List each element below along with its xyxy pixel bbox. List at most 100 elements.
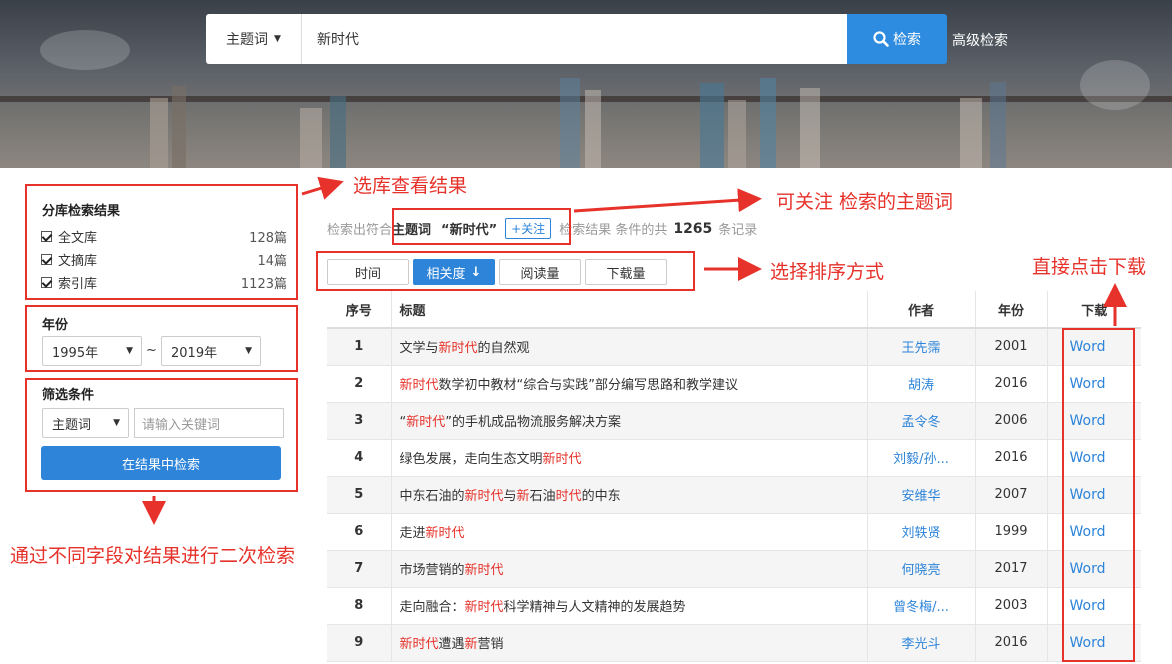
arrow-down-icon: ↓ <box>470 264 482 280</box>
checkbox[interactable] <box>41 230 52 242</box>
title-text: 数学初中教材“综合与实践”部分编写思路和教学建议 <box>438 378 738 393</box>
search-button-label: 检索 <box>893 32 921 48</box>
title-text: 的中东 <box>581 489 621 504</box>
table-row: 4 绿色发展，走向生态文明新时代 刘毅/孙... 2016 Word <box>327 439 1141 477</box>
row-title[interactable]: 新时代数学初中教材“综合与实践”部分编写思路和教学建议 <box>390 365 867 403</box>
title-highlight: 新时代 <box>399 637 439 652</box>
follow-annotation-box <box>392 208 571 245</box>
row-year: 2016 <box>974 439 1047 477</box>
annotation-sort: 选择排序方式 <box>770 261 885 283</box>
row-number: 7 <box>327 550 391 588</box>
title-highlight: 新时代 <box>464 563 504 578</box>
keyword-input[interactable]: 请输入关键词 <box>134 408 284 438</box>
col-header-author: 作者 <box>866 291 975 329</box>
table-row: 5 中东石油的新时代与新石油时代的中东 安维华 2007 Word <box>327 476 1141 514</box>
year-from-value: 1995年 <box>52 345 99 361</box>
title-highlight: 新时代 <box>438 341 478 357</box>
col-header-download: 下载 <box>1046 291 1141 329</box>
title-text: 的自然观 <box>477 341 530 357</box>
result-count: 1265 <box>673 220 713 237</box>
library-item-fulltext[interactable]: 全文库 128篇 <box>41 226 287 246</box>
library-label: 全文库 <box>58 230 98 246</box>
chevron-down-icon: ▼ <box>245 346 252 356</box>
row-title[interactable]: 文学与新时代的自然观 <box>390 328 867 366</box>
row-title[interactable]: 走向融合：新时代科学精神与人文精神的发展趋势 <box>390 587 867 625</box>
title-highlight: 新时代 <box>406 415 446 430</box>
sort-label: 时间 <box>354 266 381 282</box>
row-title[interactable]: 走进新时代 <box>390 513 867 551</box>
annotation-library: 选库查看结果 <box>353 175 468 197</box>
row-author-link[interactable]: 李光斗 <box>866 624 975 662</box>
filter-panel: 筛选条件 主题词 ▼ 请输入关键词 在结果中检索 <box>25 378 298 492</box>
row-author-link[interactable]: 何晓亮 <box>866 550 975 588</box>
row-number: 2 <box>327 365 391 403</box>
filter-field-select[interactable]: 主题词 ▼ <box>42 408 129 438</box>
row-author-link[interactable]: 曾冬梅/... <box>866 587 975 625</box>
chevron-down-icon: ▼ <box>113 418 120 428</box>
table-row: 8 走向融合：新时代科学精神与人文精神的发展趋势 曾冬梅/... 2003 Word <box>327 587 1141 625</box>
filter-field-value: 主题词 <box>52 417 92 433</box>
library-results-title: 分库检索结果 <box>42 204 121 219</box>
row-number: 8 <box>327 587 391 625</box>
library-label: 索引库 <box>58 276 98 292</box>
search-in-results-button[interactable]: 在结果中检索 <box>41 446 281 480</box>
row-title[interactable]: 绿色发展，走向生态文明新时代 <box>390 439 867 477</box>
search-icon <box>873 31 889 47</box>
col-header-year: 年份 <box>974 291 1047 329</box>
table-row: 3 “新时代”的手机成品物流服务解决方案 孟令冬 2006 Word <box>327 402 1141 440</box>
row-author-link[interactable]: 王先霈 <box>866 328 975 366</box>
row-number: 5 <box>327 476 391 514</box>
year-panel: 年份 1995年 ▼ ~ 2019年 ▼ <box>25 305 298 372</box>
row-title[interactable]: 新时代遭遇新营销 <box>390 624 867 662</box>
year-from-select[interactable]: 1995年 ▼ <box>42 336 142 366</box>
year-to-select[interactable]: 2019年 ▼ <box>161 336 261 366</box>
search-bar: 主题词 ▼ <box>206 14 847 64</box>
page: 主题词 ▼ 检索 高级检索 分库检索结果 全文库 128篇 文摘库 14篇 索引… <box>0 0 1172 664</box>
results-body: 1 文学与新时代的自然观 王先霈 2001 Word 2 新时代数学初中教材“综合与实践”部… <box>327 328 1141 662</box>
sort-relevance-button[interactable]: 相关度 ↓ <box>413 259 495 285</box>
checkbox[interactable] <box>41 253 52 265</box>
row-title[interactable]: 市场营销的新时代 <box>390 550 867 588</box>
title-highlight: 时代 <box>555 489 582 504</box>
year-separator: ~ <box>146 343 157 358</box>
search-button[interactable]: 检索 <box>847 14 947 64</box>
row-year: 1999 <box>974 513 1047 551</box>
row-number: 6 <box>327 513 391 551</box>
sort-time-button[interactable]: 时间 <box>327 259 409 285</box>
title-highlight: 新时代 <box>542 452 582 467</box>
sort-downloads-button[interactable]: 下载量 <box>585 259 667 285</box>
row-year: 2016 <box>974 365 1047 403</box>
title-text: 走进 <box>399 526 426 541</box>
title-highlight: 新 <box>516 489 530 504</box>
row-author-link[interactable]: 刘轶贤 <box>866 513 975 551</box>
title-text: 文学与 <box>399 341 439 357</box>
summary-mid: 检索结果 条件的共 <box>559 223 668 238</box>
row-author-link[interactable]: 安维华 <box>866 476 975 514</box>
row-author-link[interactable]: 刘毅/孙... <box>866 439 975 477</box>
library-item-abstract[interactable]: 文摘库 14篇 <box>41 249 287 269</box>
chevron-down-icon: ▼ <box>126 346 133 356</box>
annotation-download: 直接点击下载 <box>1032 256 1147 278</box>
row-author-link[interactable]: 胡涛 <box>866 365 975 403</box>
search-field-select[interactable]: 主题词 ▼ <box>206 14 302 64</box>
sort-label: 相关度 <box>426 266 466 282</box>
annotation-filter: 通过不同字段对结果进行二次检索 <box>10 545 296 567</box>
year-title: 年份 <box>42 318 69 333</box>
row-year: 2001 <box>974 328 1047 366</box>
row-author-link[interactable]: 孟令冬 <box>866 402 975 440</box>
title-text: ”的手机成品物流服务解决方案 <box>445 415 622 430</box>
col-header-no: 序号 <box>327 291 391 329</box>
row-year: 2017 <box>974 550 1047 588</box>
advanced-search-link[interactable]: 高级检索 <box>952 30 1008 50</box>
year-to-value: 2019年 <box>171 345 218 361</box>
annotation-follow: 可关注 检索的主题词 <box>776 191 954 213</box>
checkbox[interactable] <box>41 276 52 288</box>
title-highlight: 新时代 <box>399 378 439 393</box>
table-row: 7 市场营销的新时代 何晓亮 2017 Word <box>327 550 1141 588</box>
sort-reads-button[interactable]: 阅读量 <box>499 259 581 285</box>
row-title[interactable]: “新时代”的手机成品物流服务解决方案 <box>390 402 867 440</box>
row-title[interactable]: 中东石油的新时代与新石油时代的中东 <box>390 476 867 514</box>
col-header-title: 标题 <box>390 291 867 329</box>
search-input[interactable] <box>303 14 843 64</box>
library-item-index[interactable]: 索引库 1123篇 <box>41 272 287 292</box>
